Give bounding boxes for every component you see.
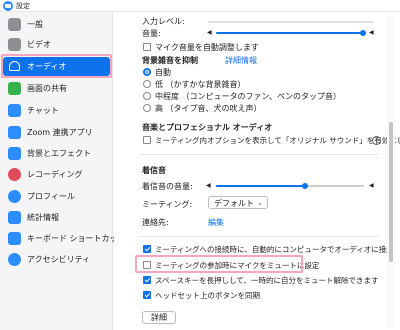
- sidebar-item-label: アクセシビリティ: [27, 255, 91, 264]
- sidebar-item-label: プロフィール: [27, 192, 75, 201]
- chat-icon: [8, 104, 21, 117]
- noise-low-radio[interactable]: [143, 80, 151, 88]
- share-screen-icon: [8, 82, 21, 95]
- headset-sync-checkbox[interactable]: [143, 291, 151, 299]
- sidebar-item-label: ビデオ: [27, 40, 51, 49]
- space-unmute-label: スペースキーを長押しして、一時的に自分をミュート解除できます: [155, 276, 379, 285]
- contacts-edit-link[interactable]: 編集: [208, 217, 224, 228]
- volume-label: 音量:: [142, 29, 161, 38]
- sidebar-item-recording[interactable]: レコーディング: [3, 165, 110, 184]
- chevron-down-icon: ⌄: [257, 199, 263, 207]
- noise-suppression-label: 背景雑音を抑制: [142, 56, 198, 65]
- sidebar-item-keyboard-shortcuts[interactable]: キーボード ショートカット: [3, 229, 126, 248]
- sidebar-item-label: 画面の共有: [27, 84, 67, 93]
- sidebar-item-label: 背景とエフェクト: [27, 149, 91, 158]
- meeting-ringtone-label: ミーティング:: [142, 200, 193, 209]
- volume-low-icon: ◀: [206, 182, 211, 189]
- accessibility-icon: [8, 253, 21, 266]
- scrollbar-thumb[interactable]: [389, 122, 393, 262]
- auto-adjust-label: マイク音量を自動調整します: [155, 43, 259, 52]
- audio-settings-panel: 入力レベル: 音量: ◀ ◀ マイク音量を自動調整します 背景雑音を抑制 詳細情…: [114, 12, 400, 330]
- original-sound-checkbox[interactable]: [143, 136, 151, 144]
- section-divider: [139, 154, 379, 155]
- ringtone-volume-fill: [216, 185, 305, 187]
- sidebar-item-zoom-apps[interactable]: Zoom 連携アプリ: [3, 123, 110, 142]
- join-auto-audio-label: ミーティングへの接続時に、自動的にコンピュータでオーディオに接続: [155, 245, 394, 254]
- sidebar-item-label: Zoom 連携アプリ: [27, 128, 93, 137]
- highlight-frame: [135, 255, 303, 273]
- sidebar-item-background[interactable]: 背景とエフェクト: [3, 144, 110, 163]
- zoom-app-icon: [3, 1, 13, 11]
- input-level-label: 入力レベル:: [142, 17, 185, 26]
- meeting-ringtone-select[interactable]: デフォルト ⌄: [208, 196, 268, 209]
- noise-option-label: 高 （タイプ音、犬の吠え声）: [155, 104, 262, 113]
- advanced-button[interactable]: 詳細: [142, 311, 176, 324]
- music-audio-section-label: 音楽とプロフェショナル オーディオ: [142, 123, 273, 132]
- section-divider: [139, 236, 379, 237]
- noise-auto-radio[interactable]: [143, 68, 151, 76]
- original-sound-label: ミーティング内オプションを表示して「オリジナル サウンド」を有効にします: [155, 136, 400, 145]
- contacts-ringtone-label: 連絡先:: [142, 218, 169, 227]
- ringtone-volume-label: 着信音の音量:: [142, 182, 193, 191]
- volume-low-icon: ◀: [207, 29, 212, 36]
- title-bar: 設定: [0, 0, 400, 12]
- sidebar-item-share-screen[interactable]: 画面の共有: [3, 79, 110, 98]
- help-icon[interactable]: ?: [372, 136, 381, 145]
- mic-volume-knob[interactable]: [360, 30, 366, 36]
- sidebar-item-chat[interactable]: チャット: [3, 101, 110, 120]
- auto-adjust-checkbox[interactable]: [143, 43, 151, 51]
- noise-medium-radio[interactable]: [143, 92, 151, 100]
- profile-icon: [8, 190, 21, 203]
- sidebar-item-statistics[interactable]: 統計情報: [3, 208, 110, 227]
- sidebar-item-accessibility[interactable]: アクセシビリティ: [3, 250, 110, 269]
- input-level-meter: [208, 21, 374, 23]
- apps-icon: [8, 126, 21, 139]
- ringtone-section-label: 着信音: [142, 166, 166, 175]
- keyboard-icon: [8, 232, 21, 245]
- background-icon: [8, 147, 21, 160]
- volume-high-icon: ◀: [369, 29, 374, 36]
- noise-option-label: 自動: [155, 68, 171, 77]
- sidebar-item-video[interactable]: ビデオ: [3, 35, 110, 54]
- noise-detail-link[interactable]: 詳細情報: [225, 55, 257, 66]
- volume-high-icon: ◀: [369, 182, 374, 189]
- join-auto-audio-checkbox[interactable]: [143, 245, 151, 253]
- space-unmute-checkbox[interactable]: [143, 276, 151, 284]
- sidebar-item-label: レコーディング: [27, 170, 83, 179]
- headset-sync-label: ヘッドセット上のボタンを同期: [155, 291, 260, 300]
- sidebar-item-profile[interactable]: プロフィール: [3, 187, 110, 206]
- noise-option-label: 低 （かすかな背景雑音）: [155, 80, 246, 89]
- sidebar-item-label: キーボード ショートカット: [27, 234, 126, 243]
- mic-volume-fill: [216, 32, 362, 34]
- noise-high-radio[interactable]: [143, 104, 151, 112]
- highlight-frame: [1, 54, 112, 78]
- statistics-icon: [8, 211, 21, 224]
- ringtone-volume-knob[interactable]: [302, 183, 308, 189]
- sidebar-item-general[interactable]: 一般: [3, 15, 110, 34]
- gear-icon: [8, 18, 21, 31]
- sidebar-item-label: 一般: [27, 20, 43, 29]
- recording-icon: [8, 168, 21, 181]
- settings-sidebar: 一般 ビデオ オーディオ 画面の共有 チャット Zoom 連携アプリ 背景とエフ…: [0, 12, 126, 330]
- meeting-ringtone-value: デフォルト: [214, 199, 254, 208]
- video-icon: [8, 38, 21, 51]
- window-title: 設定: [16, 2, 30, 10]
- sidebar-item-label: 統計情報: [27, 213, 59, 222]
- sidebar-item-label: チャット: [27, 106, 59, 115]
- noise-option-label: 中程度 （コンピュータのファン、ペンのタップ音）: [155, 92, 342, 101]
